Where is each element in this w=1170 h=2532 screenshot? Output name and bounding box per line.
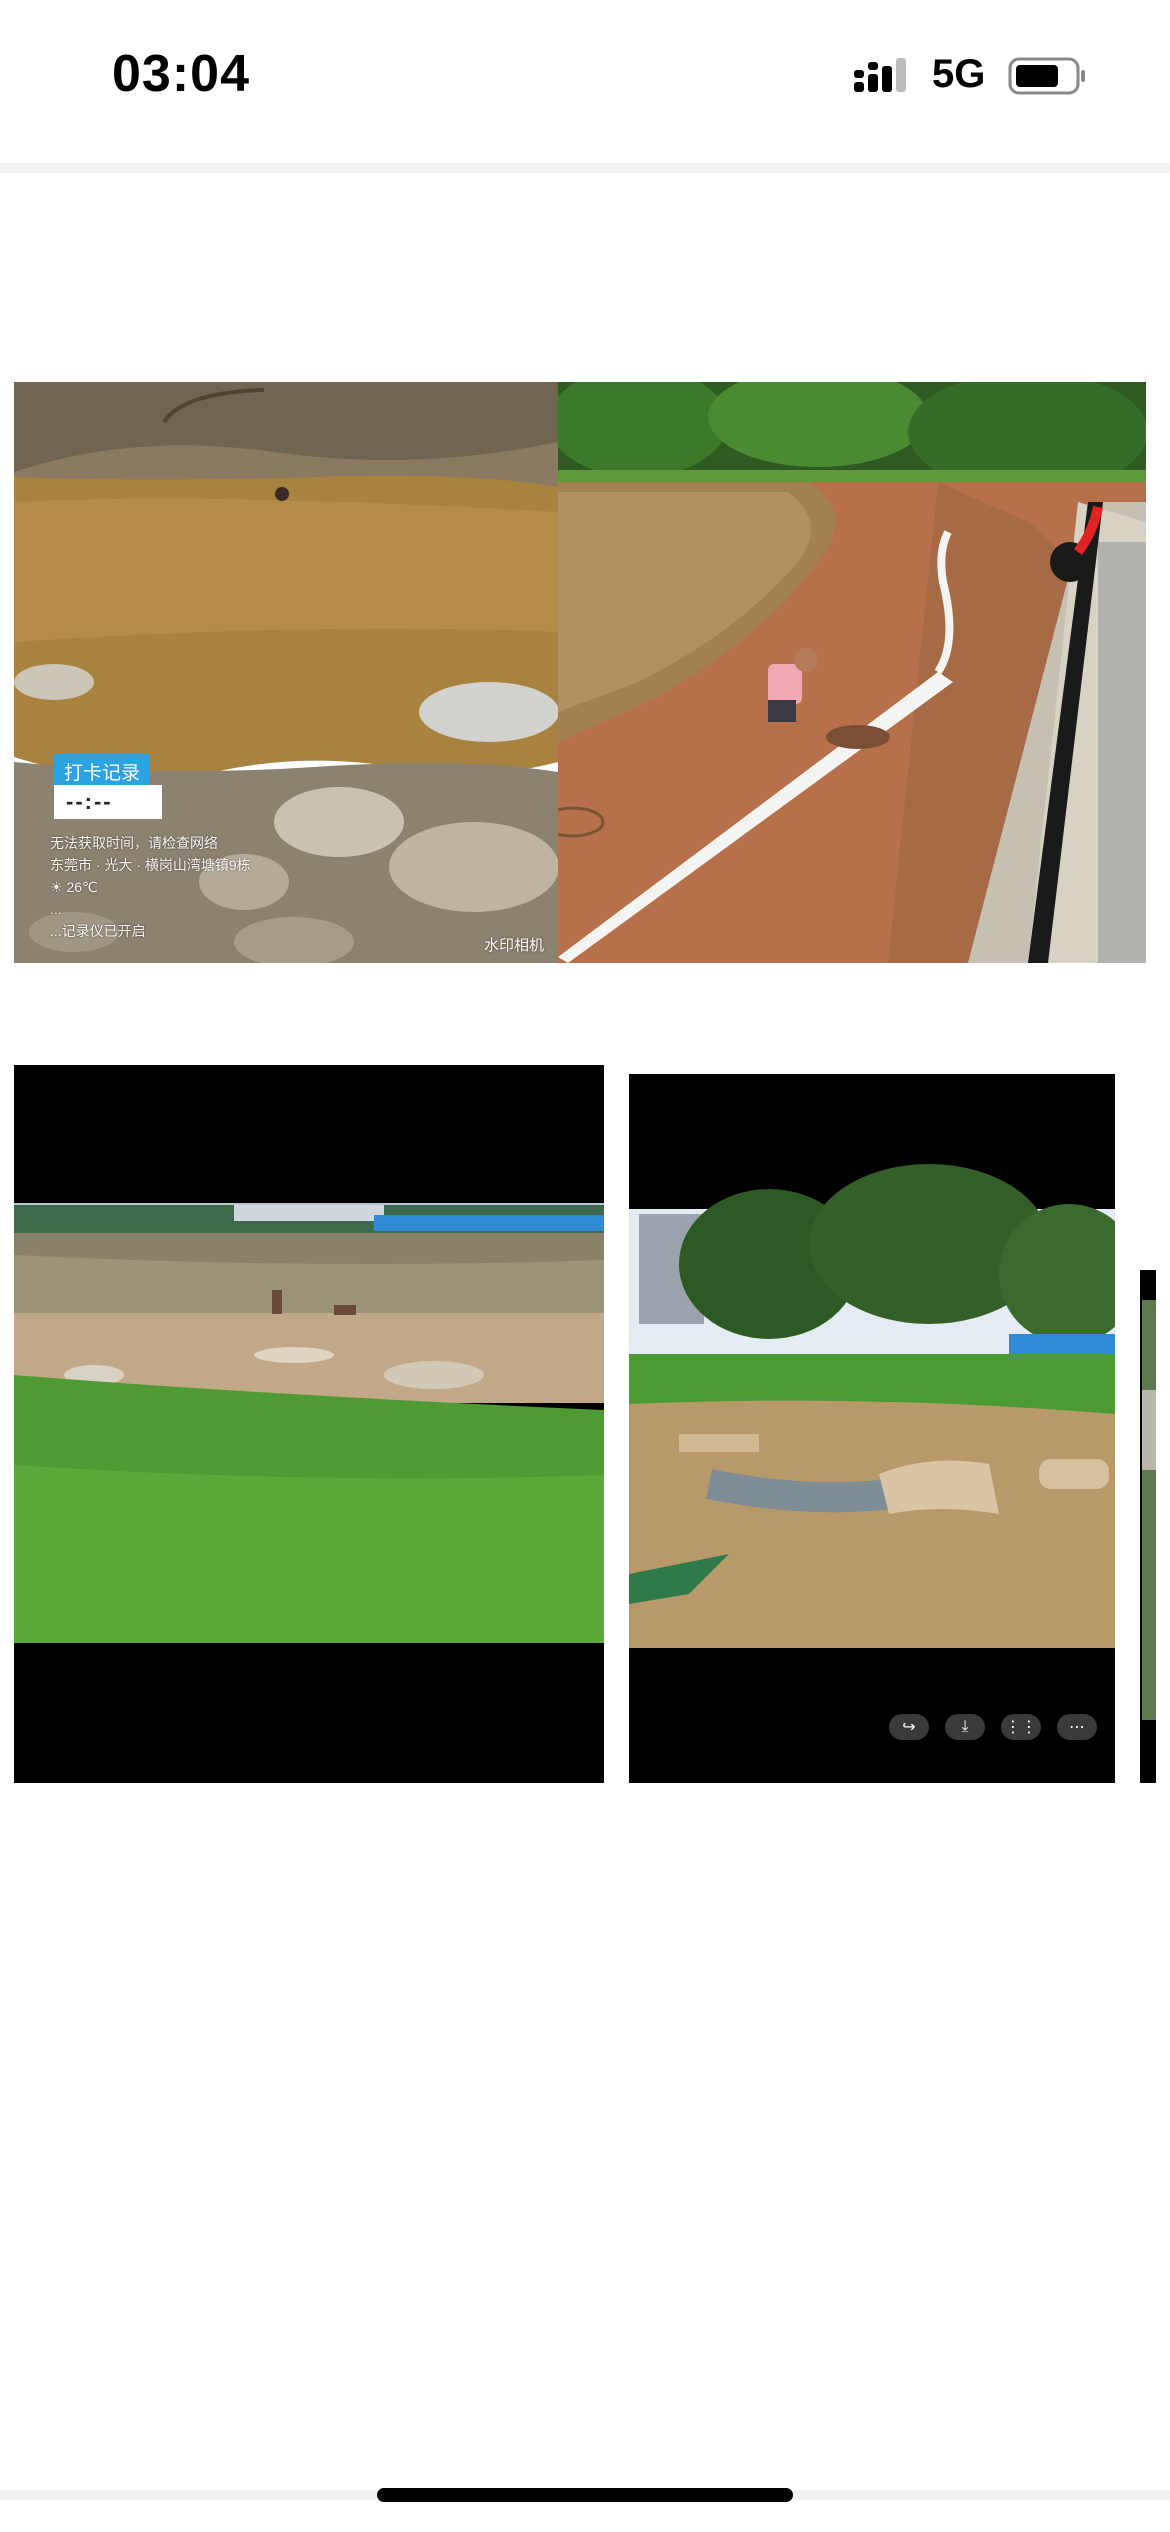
photo-partial-edge[interactable] [1140, 1270, 1156, 1783]
photo-muddy-pond-swimmer[interactable]: 打卡记录 --:-- 无法获取时间，请检查网络 东莞市 · 光大 · 横岗山湾塘… [14, 382, 558, 963]
watermark-badge: 打卡记录 [54, 754, 151, 789]
watermark-line: ... [50, 901, 62, 917]
share-icon[interactable]: ↪ [889, 1714, 929, 1740]
save-icon[interactable]: ⤓ [945, 1714, 985, 1740]
grid-icon[interactable]: ⋮⋮ [1001, 1714, 1041, 1740]
more-icon[interactable]: ⋯ [1057, 1714, 1097, 1740]
photo-drainage-ditch[interactable]: ↪ ⤓ ⋮⋮ ⋯ [629, 1074, 1115, 1783]
signal-icon [854, 58, 906, 92]
status-divider [0, 163, 1170, 173]
watermark-info: 无法获取时间，请检查网络 东莞市 · 光大 · 横岗山湾塘镇9栋 ☀ 26℃ .… [50, 832, 251, 942]
watermark-line: 无法获取时间，请检查网络 [50, 835, 218, 851]
watermark-line: ...记录仪已开启 [50, 923, 146, 939]
media-controls: ↪ ⤓ ⋮⋮ ⋯ [889, 1714, 1097, 1740]
battery-icon [1008, 57, 1085, 95]
watermark-line: ☀ 26℃ [50, 879, 98, 895]
photo-worker-with-pipe[interactable] [558, 382, 1146, 963]
watermark-time: --:-- [54, 785, 162, 819]
status-bar: 03:04 5G [0, 0, 1170, 160]
status-time: 03:04 [112, 45, 250, 103]
photo-lake-shore-grass[interactable] [14, 1065, 604, 1783]
network-type: 5G [932, 52, 986, 96]
home-indicator[interactable] [377, 2488, 793, 2502]
watermark-line: 东莞市 · 光大 · 横岗山湾塘镇9栋 [50, 857, 251, 873]
watermark-brand: 水印相机 [483, 937, 544, 954]
